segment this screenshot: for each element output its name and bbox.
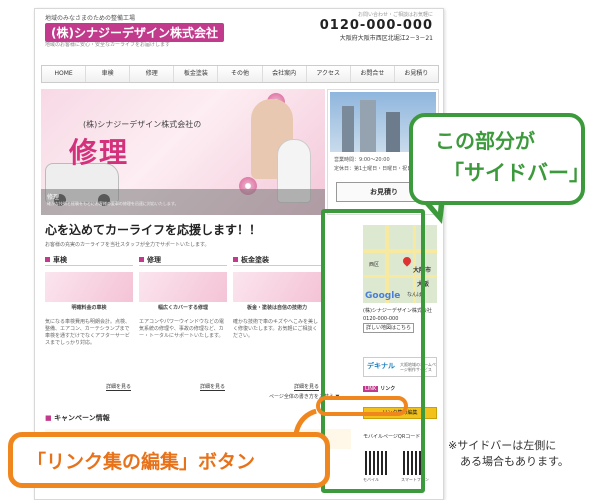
nav-item-access[interactable]: アクセス bbox=[307, 66, 351, 82]
site-logo[interactable]: (株)シナジーデザイン株式会社 bbox=[45, 23, 224, 42]
service-body: 確かな技術で車のキズやへこみを美しく修復いたします。お気軽にご相談ください。 bbox=[233, 319, 319, 339]
callout-line-2: 「サイドバー」 bbox=[443, 161, 590, 185]
service-more-link[interactable]: 詳細を見る bbox=[293, 383, 319, 391]
main-lead: お客様の充実のカーライフを当社スタッフが全力でサポートいたします。 bbox=[45, 242, 210, 248]
hero-title: 修理 bbox=[69, 136, 130, 169]
header-phone[interactable]: 0120-000-000 bbox=[320, 18, 433, 33]
business-hours: 営業時間：9:00〜20:00 定休日：第1土曜日・日曜日・祝日 bbox=[334, 156, 412, 174]
logo-subtitle: 地域のお客様に安心・安全なカーライフをお届けします bbox=[45, 42, 171, 48]
hero-caption-text: 確かな技術と経験をもとにお客様の愛車の修理を迅速に対応いたします。 bbox=[47, 201, 179, 206]
service-more-link[interactable]: 詳細を見る bbox=[105, 383, 131, 391]
note-line-1: ※サイドバーは左側に bbox=[448, 439, 557, 452]
hero-caption: 修理 確かな技術と経験をもとにお客様の愛車の修理を迅速に対応いたします。 bbox=[41, 189, 325, 215]
service-card-repair: 修理 幅広くカバーする修理 エアコンやパワーウインドウなどの電気系統の修理や、事… bbox=[139, 255, 227, 395]
service-body: エアコンやパワーウインドウなどの電気系統の修理や、事故の修理など、カー・トータル… bbox=[139, 319, 225, 339]
service-image bbox=[139, 272, 227, 302]
header-address: 大阪府大阪市西区北堀江2－3－21 bbox=[339, 35, 433, 42]
callout-line-1: この部分が bbox=[435, 129, 535, 153]
nav-item-company[interactable]: 会社案内 bbox=[263, 66, 307, 82]
site-header: 地域のみなさまのための整備工場 (株)シナジーデザイン株式会社 地域のお客様に安… bbox=[35, 9, 443, 61]
service-more-link[interactable]: 詳細を見る bbox=[199, 383, 225, 391]
service-card-shaken: 車検 明確料金の車検 気になる車検費用も明朗会計。点検、整備、エアコン、カーテシ… bbox=[45, 255, 133, 395]
service-card-bodywork: 板金塗装 板金・塗装は自信の技術力 確かな技術で車のキズやへこみを美しく修復いた… bbox=[233, 255, 321, 395]
nav-item-estimate[interactable]: お見積り bbox=[395, 66, 438, 82]
global-nav: HOME 車検 修理 板金塗装 その他 会社案内 アクセス お問合せ お見積り bbox=[41, 65, 439, 83]
hero-banner: (株)シナジーデザイン株式会社の 修理 修理 確かな技術と経験をもとにお客様の愛… bbox=[41, 89, 325, 215]
link-button-highlight bbox=[316, 396, 408, 416]
header-small-text: お問い合わせ・ご相談はお気軽に bbox=[357, 12, 433, 18]
service-title: 車検 bbox=[45, 255, 133, 266]
main-heading: 心を込めてカーライフを応援します！！ bbox=[45, 223, 262, 237]
service-caption: 明確料金の車検 bbox=[71, 305, 107, 311]
link-button-callout: 「リンク集の編集」ボタン bbox=[8, 432, 330, 488]
sidebar-callout: この部分が 「サイドバー」 bbox=[409, 113, 590, 205]
nav-item-repair[interactable]: 修理 bbox=[130, 66, 175, 82]
sidebar-highlight-frame bbox=[321, 209, 425, 493]
sidebar-note: ※サイドバーは左側に ある場合もあります。 bbox=[448, 438, 569, 470]
nav-item-contact[interactable]: お問合せ bbox=[351, 66, 395, 82]
campaign-heading: キャンペーン情報 bbox=[45, 413, 110, 423]
annotated-screenshot: 地域のみなさまのための整備工場 (株)シナジーデザイン株式会社 地域のお客様に安… bbox=[0, 0, 600, 500]
hours-text: 営業時間：9:00〜20:00 bbox=[334, 157, 390, 163]
link-button-callout-text: 「リンク集の編集」ボタン bbox=[27, 451, 256, 473]
service-title: 修理 bbox=[139, 255, 227, 266]
service-image bbox=[233, 272, 321, 302]
site-tagline: 地域のみなさまのための整備工場 bbox=[45, 15, 136, 22]
service-title: 板金塗装 bbox=[233, 255, 321, 266]
nav-item-bodywork[interactable]: 板金塗装 bbox=[174, 66, 219, 82]
header-contact: お問い合わせ・ご相談はお気軽に 0120-000-000 大阪府大阪市西区北堀江… bbox=[320, 11, 433, 42]
hero-caption-title: 修理 bbox=[47, 194, 60, 201]
service-caption: 幅広くカバーする修理 bbox=[157, 305, 208, 311]
holiday-text: 定休日：第1土曜日・日曜日・祝日 bbox=[334, 166, 413, 172]
nav-item-other[interactable]: その他 bbox=[218, 66, 263, 82]
hero-subtitle: (株)シナジーデザイン株式会社の bbox=[83, 120, 202, 129]
nav-item-home[interactable]: HOME bbox=[42, 66, 87, 82]
note-line-2: ある場合もあります。 bbox=[460, 455, 569, 468]
nav-item-shaken[interactable]: 車検 bbox=[86, 66, 131, 82]
service-caption: 板金・塗装は自信の技術力 bbox=[246, 305, 307, 311]
service-body: 気になる車検費用も明朗会計。点検、整備、エアコン、カーテシランプまで車検を通すだ… bbox=[45, 319, 131, 346]
service-image bbox=[45, 272, 133, 302]
